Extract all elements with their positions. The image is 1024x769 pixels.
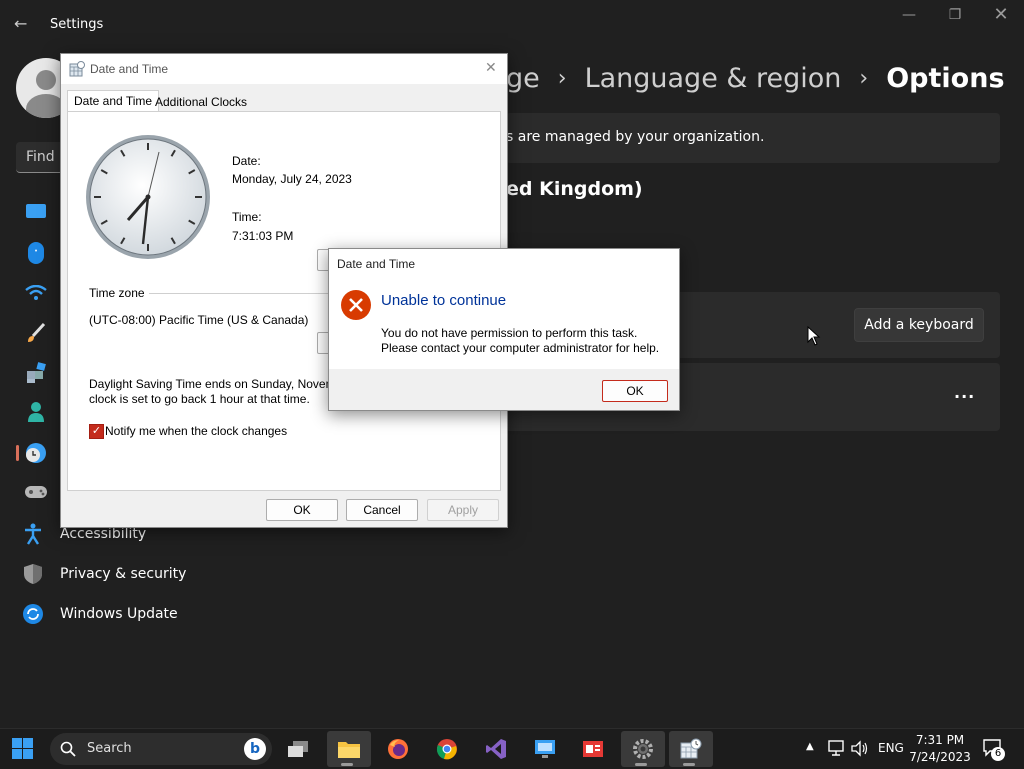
dialog-titlebar: Date and Time ✕ xyxy=(61,54,507,84)
task-view-icon[interactable] xyxy=(278,731,318,767)
tab-additional-clocks[interactable]: Additional Clocks xyxy=(149,92,253,112)
taskbar: Search b ▲ ENG 7:31 PM 7/24/2023 6 xyxy=(0,728,1024,769)
news-app-icon[interactable] xyxy=(573,731,613,767)
managed-notice-card: s are managed by your organization. xyxy=(506,113,1000,163)
selected-indicator xyxy=(16,445,19,461)
sidebar-item-label: Privacy & security xyxy=(60,566,187,582)
ok-button[interactable]: OK xyxy=(266,499,338,521)
dialog-title: Date and Time xyxy=(90,62,169,76)
bluetooth-icon[interactable]: ᛫ xyxy=(28,242,44,264)
apply-button[interactable]: Apply xyxy=(427,499,499,521)
firefox-icon[interactable] xyxy=(378,731,418,767)
cancel-button[interactable]: Cancel xyxy=(346,499,418,521)
error-dialog-body: Unable to continue You do not have permi… xyxy=(329,277,679,369)
breadcrumb-language-region[interactable]: Language & region xyxy=(585,63,842,94)
more-options-button[interactable]: ... xyxy=(954,383,975,402)
search-icon xyxy=(60,741,76,757)
file-explorer-icon[interactable] xyxy=(327,731,371,767)
notification-count-badge: 6 xyxy=(991,747,1005,761)
timezone-label: Time zone xyxy=(89,286,145,300)
back-arrow-icon[interactable]: ← xyxy=(14,14,34,34)
analog-clock-icon xyxy=(86,135,210,259)
clock[interactable]: 7:31 PM 7/24/2023 xyxy=(906,732,974,766)
dst-text-line2: clock is set to go back 1 hour at that t… xyxy=(89,392,310,406)
error-heading: Unable to continue xyxy=(381,292,507,309)
restore-icon[interactable]: ❐ xyxy=(932,0,978,30)
error-x-icon xyxy=(341,290,371,320)
managed-notice-text: s are managed by your organization. xyxy=(506,129,765,145)
date-value: Monday, July 24, 2023 xyxy=(232,172,352,186)
input-language[interactable]: ENG xyxy=(878,741,904,755)
date-time-taskbar-icon[interactable] xyxy=(669,731,713,767)
chevron-right-icon: › xyxy=(557,65,567,91)
accounts-person-icon[interactable] xyxy=(27,401,45,423)
error-message-line2: Please contact your computer administrat… xyxy=(381,341,660,355)
dst-text-line1: Daylight Saving Time ends on Sunday, Nov… xyxy=(89,377,336,391)
tab-date-and-time[interactable]: Date and Time xyxy=(67,90,160,111)
time-language-icon[interactable] xyxy=(25,442,47,464)
bing-icon[interactable]: b xyxy=(244,738,266,760)
error-message-line1: You do not have permission to perform th… xyxy=(381,326,638,340)
sidebar-item-privacy[interactable]: Privacy & security xyxy=(22,556,186,592)
group-divider xyxy=(149,293,329,294)
page-title: Options xyxy=(886,62,1005,94)
settings-gear-icon[interactable] xyxy=(621,731,665,767)
accessibility-icon xyxy=(22,523,44,545)
notify-label: Notify me when the clock changes xyxy=(105,424,288,438)
mouse-cursor-icon xyxy=(807,326,821,346)
clock-time: 7:31 PM xyxy=(915,733,965,747)
error-dialog-titlebar: Date and Time xyxy=(329,249,679,277)
breadcrumb: ge › Language & region › Options xyxy=(506,58,1005,98)
personalization-brush-icon[interactable] xyxy=(25,322,47,344)
shield-icon xyxy=(22,563,44,585)
add-keyboard-button[interactable]: Add a keyboard xyxy=(854,308,984,342)
chrome-icon[interactable] xyxy=(427,731,467,767)
windows-start-icon[interactable] xyxy=(12,738,34,760)
visual-studio-icon[interactable] xyxy=(476,731,516,767)
close-icon[interactable]: ✕ xyxy=(978,0,1024,30)
network-icon[interactable] xyxy=(828,740,846,757)
date-label: Date: xyxy=(232,154,261,168)
sidebar-item-label: Accessibility xyxy=(60,526,147,542)
search-label: Search xyxy=(87,741,132,756)
error-ok-button[interactable]: OK xyxy=(602,380,668,402)
taskbar-search-box[interactable]: Search b xyxy=(50,733,272,765)
language-heading: ed Kingdom) xyxy=(506,178,643,200)
minimize-icon[interactable]: — xyxy=(886,0,932,30)
error-dialog-title: Date and Time xyxy=(337,257,416,271)
remote-desktop-icon[interactable] xyxy=(525,731,565,767)
chevron-up-icon[interactable]: ▲ xyxy=(806,741,814,752)
chevron-right-icon: › xyxy=(859,65,869,91)
notify-checkbox[interactable]: ✓ xyxy=(89,424,104,439)
sidebar-item-windows-update[interactable]: Windows Update xyxy=(22,596,178,632)
gaming-controller-icon[interactable] xyxy=(24,484,48,500)
timezone-value: (UTC-08:00) Pacific Time (US & Canada) xyxy=(89,313,309,327)
windows-update-icon xyxy=(22,603,44,625)
apps-icon[interactable] xyxy=(25,362,47,384)
time-value: 7:31:03 PM xyxy=(232,229,294,243)
breadcrumb-time-language[interactable]: ge xyxy=(506,63,540,94)
close-icon[interactable]: ✕ xyxy=(485,59,497,76)
settings-title: Settings xyxy=(50,17,104,32)
clock-date: 7/24/2023 xyxy=(909,750,971,764)
sidebar-item-label: Windows Update xyxy=(60,606,178,622)
network-wifi-icon[interactable] xyxy=(25,285,47,301)
volume-icon[interactable] xyxy=(851,740,869,757)
system-icon[interactable] xyxy=(26,204,46,218)
date-time-app-icon xyxy=(69,61,85,77)
time-label: Time: xyxy=(232,210,262,224)
error-dialog: Date and Time Unable to continue You do … xyxy=(328,248,680,411)
